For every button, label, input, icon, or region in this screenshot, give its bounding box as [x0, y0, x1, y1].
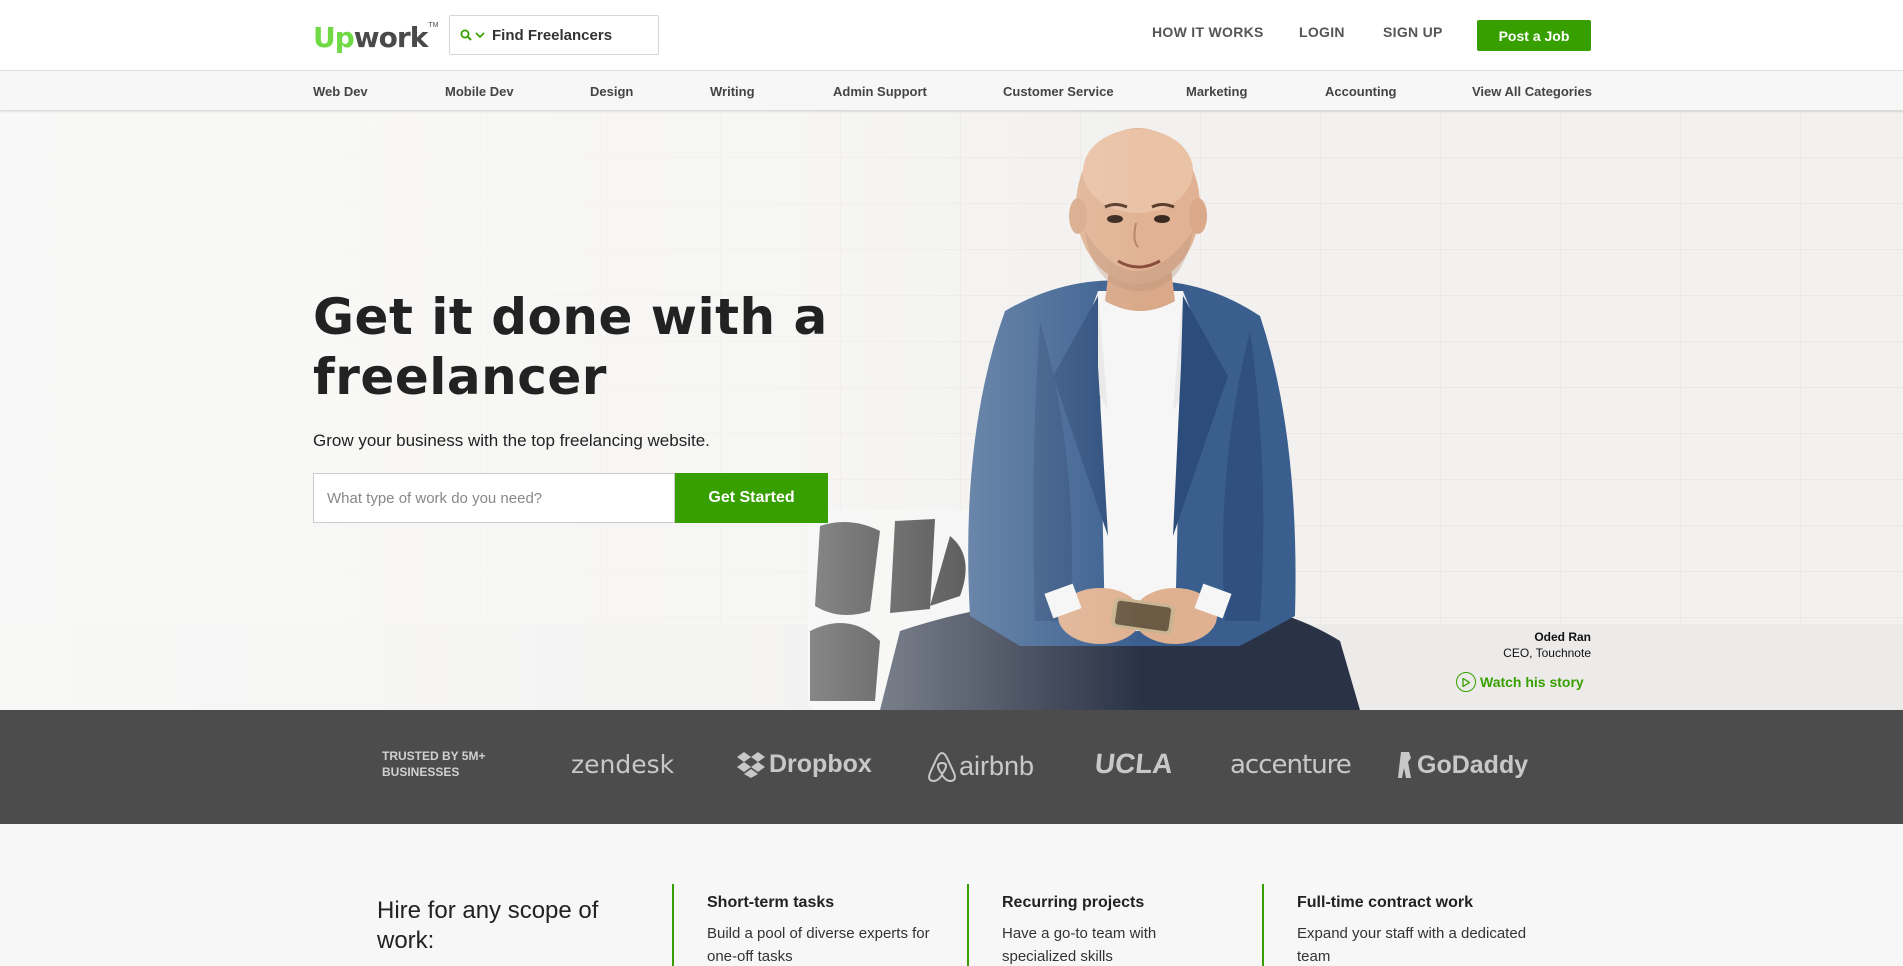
chevron-down-icon[interactable] — [475, 31, 485, 39]
airbnb-icon — [928, 751, 956, 782]
get-started-button[interactable]: Get Started — [675, 473, 828, 523]
search-label: Find Freelancers — [492, 26, 613, 44]
godaddy-text: GoDaddy — [1417, 750, 1529, 779]
brand-godaddy-logo: GoDaddy — [1395, 750, 1528, 780]
scope-column-heading: Recurring projects — [1002, 894, 1145, 911]
category-customer-service[interactable]: Customer Service — [1003, 84, 1114, 99]
brand-airbnb-logo: airbnb — [928, 750, 1034, 782]
nav-sign-up[interactable]: SIGN UP — [1383, 24, 1443, 40]
scope-column-text: Expand your staff with a dedicated team — [1297, 925, 1527, 965]
person-name: Oded Ran — [1534, 630, 1591, 644]
category-nav: Web Dev Mobile Dev Design Writing Admin … — [0, 71, 1903, 111]
brand-zendesk-logo: zendesk — [571, 750, 675, 779]
work-type-placeholder: What type of work do you need? — [327, 489, 543, 507]
hero-overlay — [0, 111, 1903, 710]
person-role: CEO, Touchnote — [1503, 646, 1591, 660]
scope-column-heading: Short-term tasks — [707, 894, 835, 911]
brand-dropbox-logo: Dropbox — [736, 750, 872, 779]
category-marketing[interactable]: Marketing — [1186, 84, 1247, 99]
trusted-by-bar: TRUSTED BY 5M+ BUSINESSES zendesk Dropbo… — [0, 710, 1903, 824]
category-accounting[interactable]: Accounting — [1325, 84, 1397, 99]
scope-column-recurring: Recurring projects Have a go-to team wit… — [967, 884, 1232, 966]
watch-story-label: Watch his story — [1480, 674, 1584, 690]
scope-column-text: Build a pool of diverse experts for one-… — [707, 925, 930, 965]
logo-tm-text: TM — [428, 22, 439, 29]
watch-story-link[interactable]: Watch his story — [1456, 672, 1584, 692]
nav-how-it-works[interactable]: HOW IT WORKS — [1152, 24, 1264, 40]
site-header: Up work TM Find Freelancers HOW IT WORKS… — [0, 0, 1903, 71]
hero-subtitle: Grow your business with the top freelanc… — [313, 431, 710, 450]
scope-column-text: Have a go-to team with specialized skill… — [1002, 925, 1157, 965]
dropbox-text: Dropbox — [769, 750, 872, 778]
logo-up-text: Up — [313, 21, 355, 54]
category-writing[interactable]: Writing — [710, 84, 755, 99]
search-icon — [460, 29, 472, 41]
category-mobile-dev[interactable]: Mobile Dev — [445, 84, 514, 99]
hero-title: Get it done with a freelancer — [313, 288, 828, 406]
brand-accenture-logo: accenture — [1230, 750, 1352, 780]
trusted-label: TRUSTED BY 5M+ BUSINESSES — [382, 749, 486, 779]
category-web-dev[interactable]: Web Dev — [313, 84, 368, 99]
hero-section: Get it done with a freelancer Grow your … — [0, 111, 1903, 710]
category-admin-support[interactable]: Admin Support — [833, 84, 927, 99]
scope-column-full-time: Full-time contract work Expand your staf… — [1262, 884, 1527, 966]
category-design[interactable]: Design — [590, 84, 633, 99]
scope-column-short-term: Short-term tasks Build a pool of diverse… — [672, 884, 937, 966]
scope-column-heading: Full-time contract work — [1297, 894, 1474, 911]
work-type-input[interactable]: What type of work do you need? — [313, 473, 675, 523]
nav-login[interactable]: LOGIN — [1299, 24, 1345, 40]
find-freelancers-search[interactable]: Find Freelancers — [449, 15, 659, 55]
scope-section: Hire for any scope of work: Short-term t… — [0, 824, 1903, 966]
godaddy-icon — [1398, 752, 1411, 778]
airbnb-text: airbnb — [959, 750, 1035, 781]
brand-ucla-logo: UCLA — [1093, 748, 1175, 779]
upwork-logo[interactable]: Up work TM — [313, 16, 438, 52]
scope-title: Hire for any scope of work: — [377, 897, 599, 954]
play-icon — [1456, 672, 1476, 692]
dropbox-icon — [737, 751, 765, 778]
category-view-all[interactable]: View All Categories — [1472, 84, 1592, 99]
post-a-job-button[interactable]: Post a Job — [1477, 20, 1591, 51]
logo-work-text: work — [353, 21, 429, 54]
